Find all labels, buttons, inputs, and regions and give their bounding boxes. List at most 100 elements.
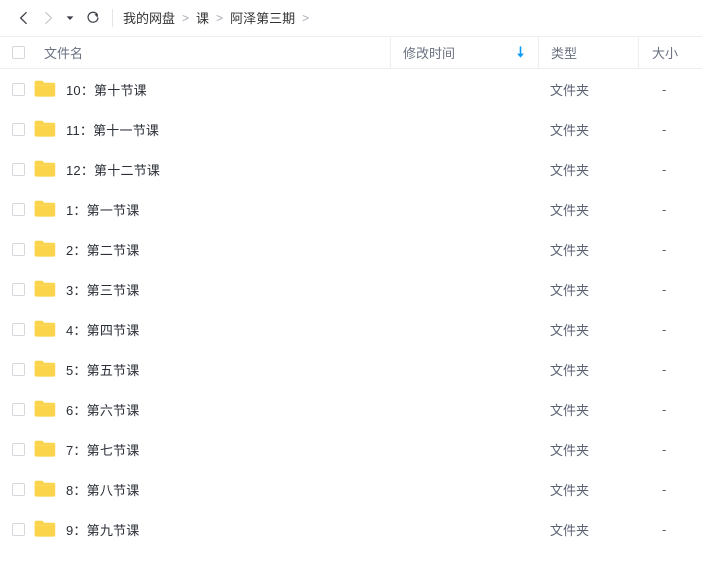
breadcrumb-separator: > — [216, 12, 223, 24]
row-cell-name: 12：第十二节课 — [0, 149, 390, 189]
table-row[interactable]: 3：第三节课 文件夹 - — [0, 269, 702, 309]
file-list: 10：第十节课 文件夹 - 11：第十一节课 文件夹 - 12：第十二节课 文件… — [0, 69, 702, 549]
row-checkbox[interactable] — [12, 443, 25, 456]
row-cell-modified — [390, 349, 538, 389]
file-name-label: 3：第三节课 — [66, 280, 139, 299]
row-cell-name: 11：第十一节课 — [0, 109, 390, 149]
column-header-modified[interactable]: 修改时间 — [390, 37, 538, 69]
row-cell-name: 1：第一节课 — [0, 189, 390, 229]
folder-icon — [34, 160, 56, 178]
table-row[interactable]: 5：第五节课 文件夹 - — [0, 349, 702, 389]
row-cell-size: - — [638, 429, 702, 469]
file-name-label: 1：第一节课 — [66, 200, 139, 219]
breadcrumb-item-level1[interactable]: 课 — [196, 11, 209, 26]
folder-icon — [34, 320, 56, 338]
breadcrumb-item-current[interactable]: 阿泽第三期 — [230, 11, 295, 26]
column-header-size-label: 大小 — [652, 43, 678, 62]
toolbar: 我的网盘 > 课 > 阿泽第三期 > — [0, 0, 702, 37]
column-header-size[interactable]: 大小 — [638, 37, 702, 69]
folder-icon — [34, 520, 56, 538]
file-name-label: 5：第五节课 — [66, 360, 139, 379]
table-row[interactable]: 4：第四节课 文件夹 - — [0, 309, 702, 349]
folder-icon — [34, 120, 56, 138]
forward-button[interactable] — [36, 6, 60, 30]
column-header-modified-label: 修改时间 — [403, 43, 455, 62]
file-name-label: 11：第十一节课 — [66, 120, 159, 139]
row-checkbox[interactable] — [12, 283, 25, 296]
row-checkbox[interactable] — [12, 363, 25, 376]
table-row[interactable]: 7：第七节课 文件夹 - — [0, 429, 702, 469]
row-checkbox[interactable] — [12, 123, 25, 136]
folder-icon — [34, 200, 56, 218]
row-cell-name: 10：第十节课 — [0, 69, 390, 109]
row-cell-type: 文件夹 — [538, 429, 638, 469]
file-name-label: 8：第八节课 — [66, 480, 139, 499]
row-checkbox[interactable] — [12, 243, 25, 256]
row-cell-modified — [390, 69, 538, 109]
row-cell-name: 9：第九节课 — [0, 509, 390, 549]
refresh-button[interactable] — [80, 6, 106, 30]
breadcrumb-item-root[interactable]: 我的网盘 — [123, 11, 175, 26]
row-checkbox[interactable] — [12, 403, 25, 416]
row-cell-size: - — [638, 229, 702, 269]
breadcrumb-separator-trailing: > — [302, 12, 309, 24]
chevron-left-icon — [16, 10, 32, 26]
table-header: 文件名 修改时间 类型 大小 — [0, 37, 702, 69]
row-cell-size: - — [638, 389, 702, 429]
table-row[interactable]: 11：第十一节课 文件夹 - — [0, 109, 702, 149]
row-cell-type: 文件夹 — [538, 269, 638, 309]
row-cell-name: 2：第二节课 — [0, 229, 390, 269]
history-dropdown-button[interactable] — [60, 6, 80, 30]
row-cell-type: 文件夹 — [538, 509, 638, 549]
row-cell-size: - — [638, 149, 702, 189]
file-name-label: 6：第六节课 — [66, 400, 139, 419]
row-cell-type: 文件夹 — [538, 469, 638, 509]
chevron-right-icon — [40, 10, 56, 26]
sort-descending-icon — [515, 46, 526, 59]
row-cell-size: - — [638, 509, 702, 549]
table-row[interactable]: 8：第八节课 文件夹 - — [0, 469, 702, 509]
column-header-name-label: 文件名 — [44, 43, 83, 62]
folder-icon — [34, 440, 56, 458]
toolbar-divider — [112, 9, 113, 27]
table-row[interactable]: 10：第十节课 文件夹 - — [0, 69, 702, 109]
row-checkbox[interactable] — [12, 163, 25, 176]
row-cell-modified — [390, 469, 538, 509]
row-checkbox[interactable] — [12, 523, 25, 536]
row-cell-modified — [390, 509, 538, 549]
row-cell-name: 7：第七节课 — [0, 429, 390, 469]
row-cell-type: 文件夹 — [538, 69, 638, 109]
row-cell-name: 3：第三节课 — [0, 269, 390, 309]
folder-icon — [34, 240, 56, 258]
table-row[interactable]: 1：第一节课 文件夹 - — [0, 189, 702, 229]
row-checkbox[interactable] — [12, 483, 25, 496]
row-checkbox[interactable] — [12, 323, 25, 336]
row-cell-type: 文件夹 — [538, 389, 638, 429]
row-cell-type: 文件夹 — [538, 189, 638, 229]
select-all-checkbox[interactable] — [12, 46, 25, 59]
row-cell-size: - — [638, 469, 702, 509]
row-cell-type: 文件夹 — [538, 229, 638, 269]
back-button[interactable] — [12, 6, 36, 30]
row-cell-size: - — [638, 189, 702, 229]
row-cell-name: 8：第八节课 — [0, 469, 390, 509]
column-header-type[interactable]: 类型 — [538, 37, 638, 69]
column-header-name[interactable]: 文件名 — [0, 37, 390, 69]
folder-icon — [34, 280, 56, 298]
row-cell-type: 文件夹 — [538, 349, 638, 389]
row-cell-modified — [390, 189, 538, 229]
row-checkbox[interactable] — [12, 83, 25, 96]
table-row[interactable]: 12：第十二节课 文件夹 - — [0, 149, 702, 189]
refresh-icon — [85, 10, 101, 26]
folder-icon — [34, 80, 56, 98]
row-cell-modified — [390, 389, 538, 429]
row-cell-type: 文件夹 — [538, 109, 638, 149]
row-cell-type: 文件夹 — [538, 309, 638, 349]
table-row[interactable]: 6：第六节课 文件夹 - — [0, 389, 702, 429]
table-row[interactable]: 2：第二节课 文件夹 - — [0, 229, 702, 269]
file-name-label: 9：第九节课 — [66, 520, 139, 539]
table-row[interactable]: 9：第九节课 文件夹 - — [0, 509, 702, 549]
row-checkbox[interactable] — [12, 203, 25, 216]
row-cell-type: 文件夹 — [538, 149, 638, 189]
row-cell-modified — [390, 229, 538, 269]
